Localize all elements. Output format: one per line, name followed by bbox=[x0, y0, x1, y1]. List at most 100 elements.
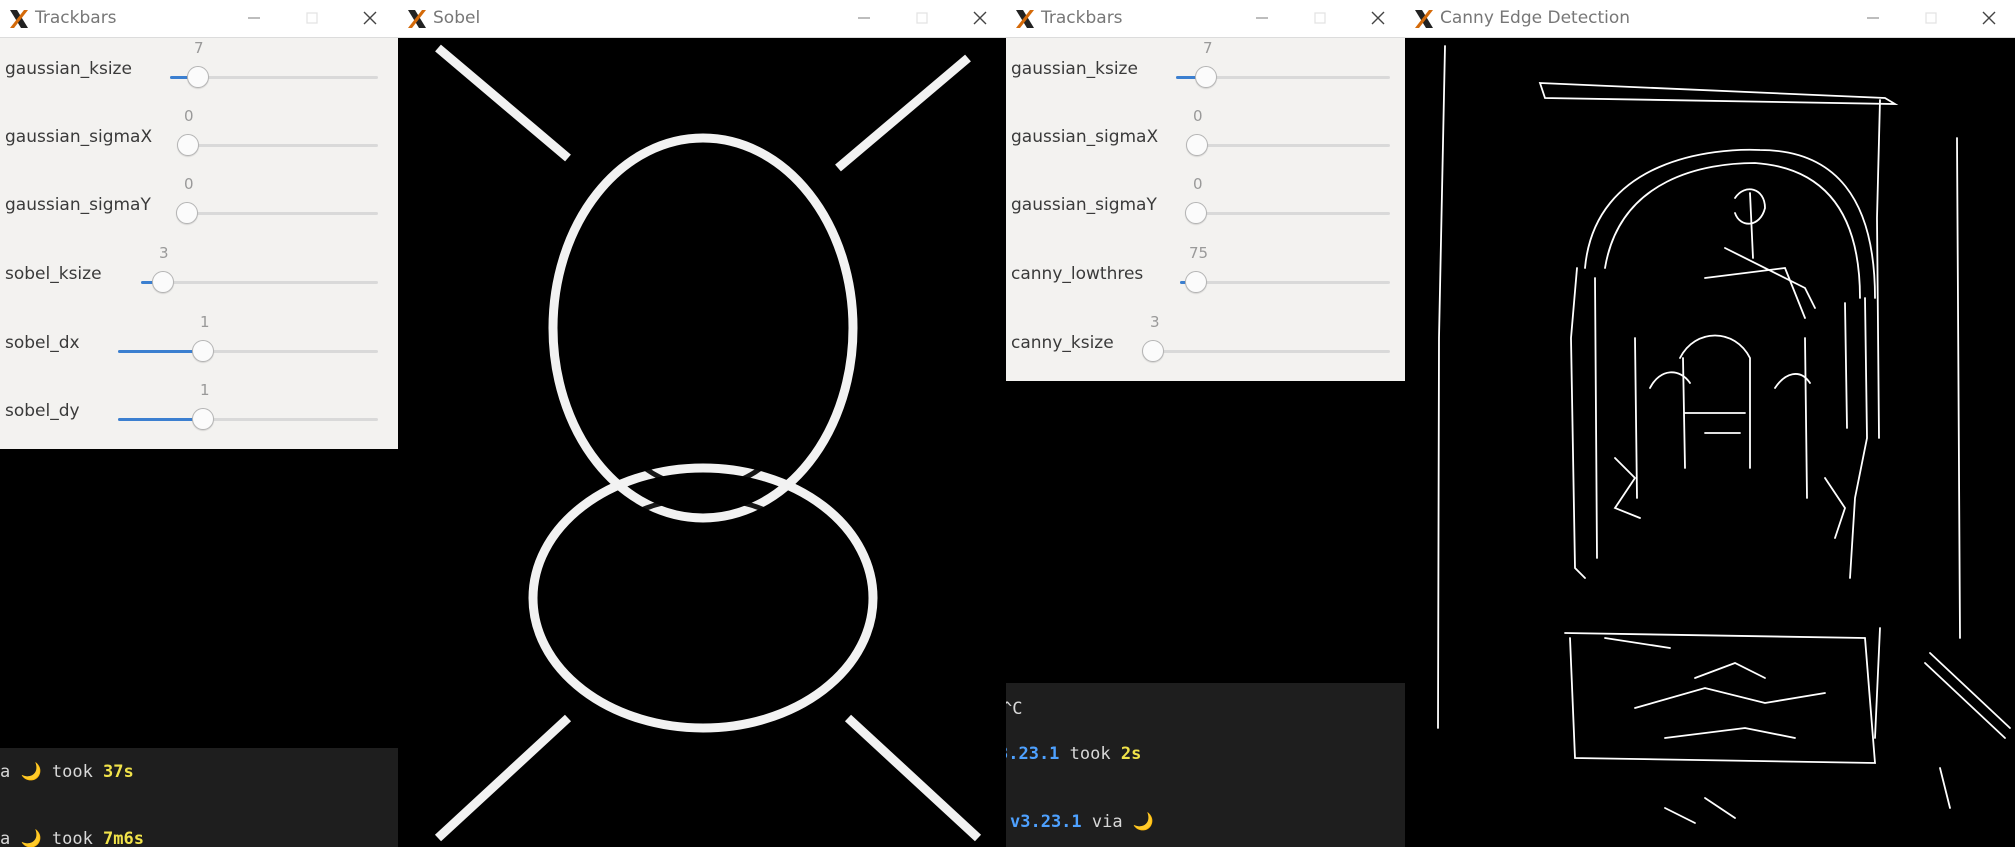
sobel-image bbox=[398, 38, 1006, 847]
slider-knob[interactable] bbox=[176, 202, 198, 224]
minimize-icon bbox=[1867, 17, 1879, 19]
trackbar-value: 0 bbox=[184, 175, 194, 193]
titlebar[interactable]: Sobel bbox=[398, 0, 1006, 38]
slider-track[interactable] bbox=[182, 212, 378, 215]
minimize-button[interactable] bbox=[850, 4, 878, 32]
x11-logo-icon bbox=[10, 10, 28, 28]
terminal-text: took bbox=[1059, 744, 1121, 764]
slider-track[interactable] bbox=[182, 144, 378, 147]
close-icon bbox=[973, 11, 987, 25]
version-text: 3.23.1 bbox=[1006, 744, 1060, 764]
minimize-button[interactable] bbox=[1248, 4, 1276, 32]
slider-knob[interactable] bbox=[152, 271, 174, 293]
terminal-line: v3.23.1 via 🌙 bbox=[1010, 812, 1154, 832]
trackbar-label: gaussian_ksize bbox=[1011, 59, 1138, 79]
trackbar-gaussian-sigmay: gaussian_sigmaY 0 bbox=[0, 174, 398, 242]
maximize-button[interactable] bbox=[1917, 4, 1945, 32]
canny-window: Canny Edge Detection bbox=[1405, 0, 2015, 847]
trackbar-value: 3 bbox=[159, 244, 169, 262]
maximize-icon bbox=[916, 12, 928, 24]
canny-edge-image bbox=[1405, 38, 2015, 847]
maximize-button[interactable] bbox=[298, 4, 326, 32]
trackbars-window-left: Trackbars gaussian_ksize 7 gaussian_sigm… bbox=[0, 0, 398, 847]
slider-knob[interactable] bbox=[187, 66, 209, 88]
slider-knob[interactable] bbox=[1195, 66, 1217, 88]
trackbar-label: gaussian_sigmaY bbox=[1011, 195, 1157, 215]
trackbar-value: 0 bbox=[1193, 175, 1203, 193]
titlebar[interactable]: Trackbars bbox=[1006, 0, 1405, 38]
slider-track[interactable] bbox=[141, 281, 378, 284]
trackbar-sobel-dx: sobel_dx 1 bbox=[0, 312, 398, 380]
terminal-line: a 🌙 took 7m6s bbox=[0, 829, 144, 847]
slider-track[interactable] bbox=[1191, 212, 1390, 215]
slider-knob[interactable] bbox=[1185, 202, 1207, 224]
close-button[interactable] bbox=[1364, 4, 1392, 32]
trackbar-value: 7 bbox=[1203, 39, 1213, 57]
trackbars-window-right: Trackbars gaussian_ksize 7 gaussian_sigm… bbox=[1006, 0, 1405, 847]
slider-knob[interactable] bbox=[1185, 271, 1207, 293]
terminal-left[interactable]: a 🌙 took 37s a 🌙 took 7m6s bbox=[0, 748, 398, 847]
trackbar-label: gaussian_sigmaX bbox=[1011, 127, 1159, 147]
trackbar-label: canny_ksize bbox=[1011, 333, 1114, 353]
slider-knob[interactable] bbox=[1186, 134, 1208, 156]
trackbar-canny-lowthres: canny_lowthres 75 bbox=[1006, 243, 1405, 311]
trackbar-sobel-dy: sobel_dy 1 bbox=[0, 380, 398, 448]
trackbar-panel: gaussian_ksize 7 gaussian_sigmaX 0 gauss… bbox=[0, 38, 398, 449]
slider-track[interactable] bbox=[1191, 144, 1390, 147]
minimize-icon bbox=[248, 17, 260, 19]
slider-track[interactable] bbox=[1148, 350, 1390, 353]
trackbar-label: sobel_dx bbox=[5, 333, 80, 353]
window-title: Canny Edge Detection bbox=[1440, 8, 1631, 28]
trackbar-value: 0 bbox=[1193, 107, 1203, 125]
terminal-text: via 🌙 bbox=[1081, 812, 1154, 832]
terminal-line: ^C bbox=[1006, 699, 1023, 719]
slider-track[interactable] bbox=[118, 350, 378, 353]
titlebar[interactable]: Canny Edge Detection bbox=[1405, 0, 2015, 38]
terminal-line: a 🌙 took 37s bbox=[0, 762, 134, 782]
sobel-window: Sobel bbox=[398, 0, 1006, 847]
slider-track[interactable] bbox=[118, 418, 378, 421]
duration-value: 2s bbox=[1120, 744, 1142, 764]
close-icon bbox=[1982, 11, 1996, 25]
close-button[interactable] bbox=[356, 4, 384, 32]
version-text: v3.23.1 bbox=[1010, 812, 1082, 832]
slider-knob[interactable] bbox=[1142, 340, 1164, 362]
close-button[interactable] bbox=[1975, 4, 2003, 32]
x11-logo-icon bbox=[1415, 10, 1433, 28]
terminal-prefix: a 🌙 took bbox=[0, 829, 104, 847]
trackbar-value: 1 bbox=[200, 381, 210, 399]
maximize-button[interactable] bbox=[1306, 4, 1334, 32]
x11-logo-icon bbox=[1016, 10, 1034, 28]
trackbar-value: 0 bbox=[184, 107, 194, 125]
trackbar-gaussian-sigmax: gaussian_sigmaX 0 bbox=[0, 106, 398, 174]
duration-value: 37s bbox=[103, 762, 134, 782]
terminal-right[interactable]: ^C 3.23.1 took 2s v3.23.1 via 🌙 bbox=[1006, 683, 1405, 847]
minimize-icon bbox=[1256, 17, 1268, 19]
minimize-button[interactable] bbox=[1859, 4, 1887, 32]
trackbar-gaussian-ksize: gaussian_ksize 7 bbox=[1006, 38, 1405, 106]
trackbar-label: sobel_dy bbox=[5, 401, 80, 421]
trackbar-value: 75 bbox=[1189, 244, 1209, 262]
close-icon bbox=[363, 11, 377, 25]
maximize-icon bbox=[1314, 12, 1326, 24]
window-title: Trackbars bbox=[35, 8, 117, 28]
trackbar-gaussian-sigmax: gaussian_sigmaX 0 bbox=[1006, 106, 1405, 174]
maximize-icon bbox=[1925, 12, 1937, 24]
maximize-button[interactable] bbox=[908, 4, 936, 32]
minimize-button[interactable] bbox=[240, 4, 268, 32]
trackbar-gaussian-ksize: gaussian_ksize 7 bbox=[0, 38, 398, 106]
trackbar-label: gaussian_sigmaX bbox=[5, 127, 153, 147]
titlebar[interactable]: Trackbars bbox=[0, 0, 398, 38]
trackbar-canny-ksize: canny_ksize 3 bbox=[1006, 312, 1405, 380]
slider-knob[interactable] bbox=[192, 408, 214, 430]
maximize-icon bbox=[306, 12, 318, 24]
trackbar-value: 3 bbox=[1150, 313, 1160, 331]
trackbar-label: gaussian_ksize bbox=[5, 59, 132, 79]
slider-track[interactable] bbox=[1180, 281, 1390, 284]
slider-knob[interactable] bbox=[177, 134, 199, 156]
window-title: Trackbars bbox=[1041, 8, 1123, 28]
close-button[interactable] bbox=[966, 4, 994, 32]
x11-logo-icon bbox=[408, 10, 426, 28]
slider-knob[interactable] bbox=[192, 340, 214, 362]
window-title: Sobel bbox=[433, 8, 481, 28]
